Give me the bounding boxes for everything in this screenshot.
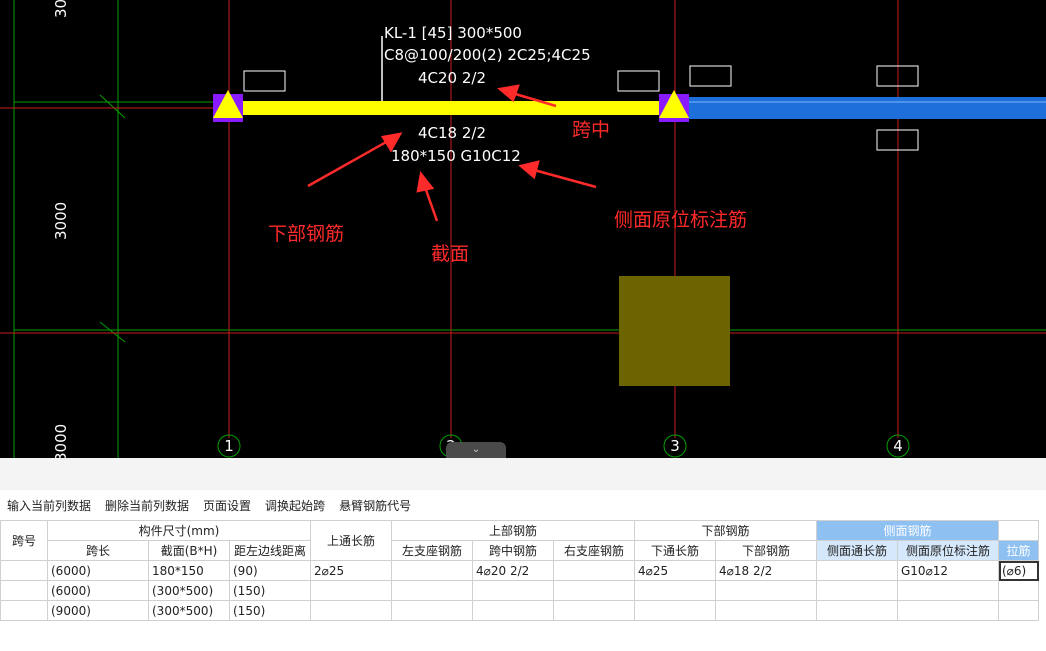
- table-cell[interactable]: [998, 580, 1039, 601]
- table-cell[interactable]: (90): [229, 560, 311, 581]
- table-cell[interactable]: (6000): [47, 560, 149, 581]
- header-side-inplace: 侧面原位标注筋: [897, 540, 999, 561]
- yellow-beam-kl1[interactable]: [229, 101, 675, 115]
- table-cell[interactable]: 4⌀18 2/2: [715, 560, 817, 581]
- beam-label-line-3: 4C20 2/2: [418, 69, 487, 87]
- header-mid-span: 跨中钢筋: [472, 540, 554, 561]
- cad-drawing-svg: [0, 0, 1046, 458]
- beam-label-line-2: C8@100/200(2) 2C25;4C25: [384, 46, 591, 64]
- table-cell[interactable]: [897, 600, 999, 621]
- table-cell[interactable]: G10⌀12: [897, 560, 999, 581]
- axis-label-1: 1: [224, 437, 234, 455]
- dimension-top: 300: [52, 0, 70, 18]
- header-offset: 距左边线距离: [229, 540, 311, 561]
- delete-column-data-button[interactable]: 删除当前列数据: [98, 496, 196, 516]
- header-blank: [998, 520, 1039, 541]
- table-cell[interactable]: [816, 560, 898, 581]
- table-cell[interactable]: (9000): [47, 600, 149, 621]
- collapse-panel-button[interactable]: ⌄: [446, 442, 506, 458]
- table-cell[interactable]: (150): [229, 600, 311, 621]
- header-tie: 拉筋: [998, 540, 1039, 561]
- table-cell[interactable]: [553, 560, 635, 581]
- bottom-label-line-2: 180*150 G10C12: [391, 147, 521, 165]
- annotation-section: 截面: [431, 243, 470, 265]
- rebar-input-panel: 输入当前列数据 删除当前列数据 页面设置 调换起始跨 悬臂钢筋代号 跨号 构件尺…: [0, 458, 1046, 651]
- table-cell[interactable]: 4⌀20 2/2: [472, 560, 554, 581]
- span-rebar-table: 跨号 构件尺寸(mm) 上通长筋 上部钢筋 下部钢筋 侧面钢筋 跨长 截面(B*…: [0, 520, 1039, 621]
- table-cell[interactable]: [634, 580, 716, 601]
- header-bottom-through: 下通长筋: [634, 540, 716, 561]
- panel-toolbar: 输入当前列数据 删除当前列数据 页面设置 调换起始跨 悬臂钢筋代号: [0, 496, 418, 516]
- header-left-support: 左支座钢筋: [391, 540, 473, 561]
- table-cell[interactable]: [0, 600, 48, 621]
- table-cell[interactable]: [816, 580, 898, 601]
- dim-tick: [99, 94, 126, 119]
- cad-drawing-canvas[interactable]: KL-1 [45] 300*500 C8@100/200(2) 2C25;4C2…: [0, 0, 1046, 458]
- annotation-side-rebar: 侧面原位标注筋: [614, 209, 748, 231]
- header-top-rebar: 上部钢筋: [391, 520, 635, 541]
- dimension-bottom: 3000: [52, 423, 70, 458]
- input-column-data-button[interactable]: 输入当前列数据: [0, 496, 98, 516]
- table-cell[interactable]: [553, 600, 635, 621]
- table-cell[interactable]: [816, 600, 898, 621]
- table-cell[interactable]: [310, 600, 392, 621]
- table-row: (6000) (300*500) (150): [0, 580, 1039, 601]
- table-cell[interactable]: [0, 560, 48, 581]
- cantilever-rebar-code-button[interactable]: 悬臂钢筋代号: [332, 496, 418, 516]
- input-box[interactable]: [689, 65, 732, 87]
- axis-label-3: 3: [670, 437, 680, 455]
- header-span-len: 跨长: [47, 540, 149, 561]
- table-cell[interactable]: 2⌀25: [310, 560, 392, 581]
- header-section: 截面(B*H): [148, 540, 230, 561]
- table-cell[interactable]: (300*500): [148, 580, 230, 601]
- input-box[interactable]: [243, 70, 286, 92]
- table-cell-active[interactable]: (⌀6): [998, 560, 1039, 581]
- table-cell[interactable]: [391, 600, 473, 621]
- annotation-mid-span: 跨中: [572, 119, 611, 141]
- beam-label-line-1: KL-1 [45] 300*500: [384, 24, 522, 42]
- table-cell[interactable]: 4⌀25: [634, 560, 716, 581]
- panel-header-strip: [0, 458, 1046, 490]
- chevron-down-icon: ⌄: [471, 444, 481, 455]
- table-cell[interactable]: [553, 580, 635, 601]
- header-bottom-sub: 下部钢筋: [715, 540, 817, 561]
- header-top-through: 上通长筋: [310, 520, 392, 561]
- swap-start-span-button[interactable]: 调换起始跨: [258, 496, 332, 516]
- header-right-support: 右支座钢筋: [553, 540, 635, 561]
- input-box[interactable]: [617, 70, 660, 92]
- table-row: (9000) (300*500) (150): [0, 600, 1039, 621]
- annotation-bottom-rebar: 下部钢筋: [268, 223, 345, 245]
- axis-label-4: 4: [893, 437, 903, 455]
- header-side-rebar: 侧面钢筋: [816, 520, 999, 541]
- table-cell[interactable]: [634, 600, 716, 621]
- table-cell[interactable]: (150): [229, 580, 311, 601]
- bottom-label-line-1: 4C18 2/2: [418, 124, 487, 142]
- table-cell[interactable]: [472, 580, 554, 601]
- table-cell[interactable]: [897, 580, 999, 601]
- column-block[interactable]: [619, 276, 730, 386]
- table-cell[interactable]: [472, 600, 554, 621]
- table-row: (6000) 180*150 (90) 2⌀25 4⌀20 2/2 4⌀25 4…: [0, 560, 1039, 581]
- table-cell[interactable]: [310, 580, 392, 601]
- table-cell[interactable]: [715, 600, 817, 621]
- table-cell[interactable]: [998, 600, 1039, 621]
- table-cell[interactable]: [715, 580, 817, 601]
- blue-beam[interactable]: [688, 97, 1046, 119]
- table-cell[interactable]: [0, 580, 48, 601]
- header-span-no: 跨号: [0, 520, 48, 561]
- table-cell[interactable]: [391, 580, 473, 601]
- dim-tick: [99, 321, 126, 343]
- header-side-through: 侧面通长筋: [816, 540, 898, 561]
- header-dims: 构件尺寸(mm): [47, 520, 311, 541]
- header-bottom-rebar: 下部钢筋: [634, 520, 817, 541]
- page-settings-button[interactable]: 页面设置: [196, 496, 258, 516]
- table-cell[interactable]: (6000): [47, 580, 149, 601]
- table-cell[interactable]: (300*500): [148, 600, 230, 621]
- dimension-middle: 3000: [52, 201, 70, 240]
- table-cell[interactable]: [391, 560, 473, 581]
- table-cell[interactable]: 180*150: [148, 560, 230, 581]
